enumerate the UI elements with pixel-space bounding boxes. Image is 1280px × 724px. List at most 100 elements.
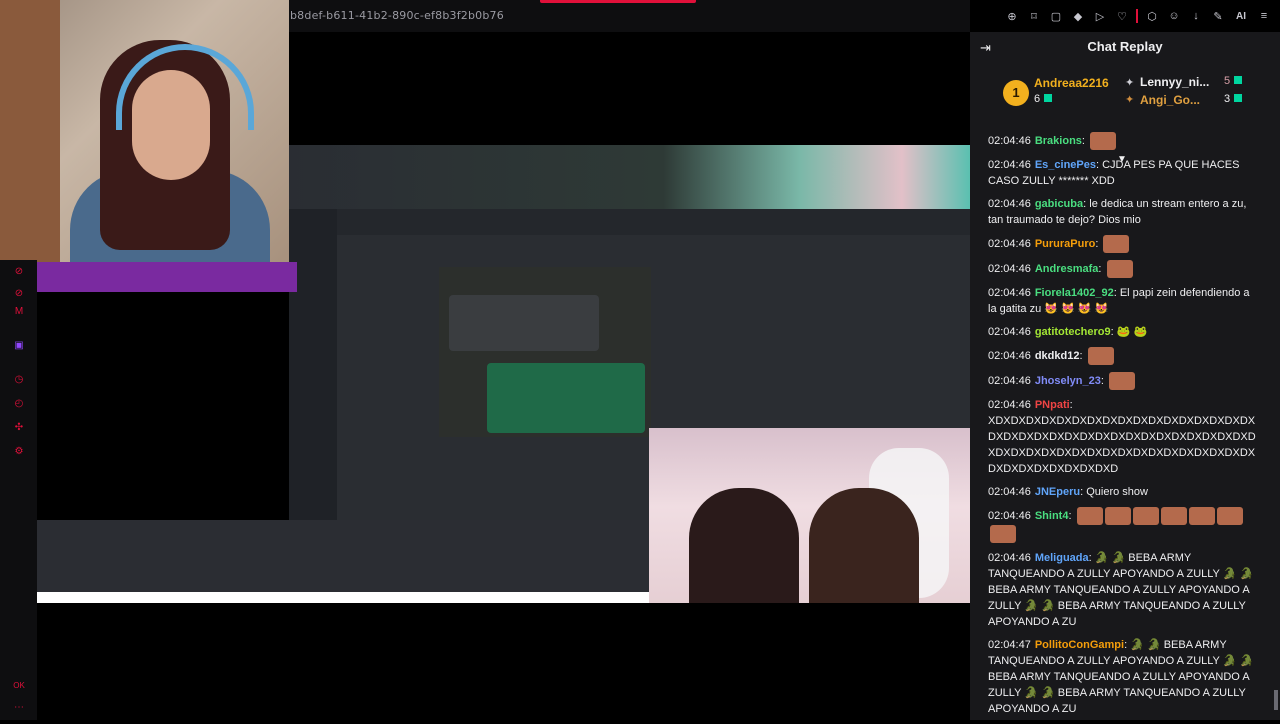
emote-image: [1103, 235, 1130, 253]
rank-badge: 1: [1003, 80, 1029, 106]
chat-message: 02:04:46 PNpati: XDXDXDXDXDXDXDXDXDXDXDXD…: [988, 397, 1258, 477]
leader-third-count: 3: [1224, 93, 1243, 105]
menu-icon[interactable]: ≡: [1256, 8, 1272, 24]
message-username[interactable]: PururaPuro: [1035, 238, 1096, 250]
history-icon[interactable]: ◴: [12, 396, 26, 410]
chat-panel: ⇥ Chat Replay 1 Andreaa2216 6 ✦ Lennyy_n…: [970, 32, 1280, 720]
url-text[interactable]: b8def-b611-41b2-890c-ef8b3f2b0b76: [290, 9, 504, 22]
person-left: [689, 488, 799, 603]
chat-message: 02:04:47 PollitoConGampi: 🐊 🐊 BEBA ARMY T…: [988, 637, 1258, 717]
white-bar: [37, 592, 649, 603]
toolbar-divider: [1136, 9, 1138, 23]
guest-webcam: [649, 428, 970, 603]
message-timestamp: 02:04:46: [988, 134, 1031, 147]
leader-second-name[interactable]: Lennyy_ni...: [1140, 75, 1209, 89]
chat-message: 02:04:46 Es_cinePes: CJDA PES PA QUE HACE…: [988, 157, 1258, 189]
chat-message: 02:04:46 dkdkd12:: [988, 347, 1258, 365]
twitch-icon[interactable]: ▣: [12, 338, 26, 352]
message-username[interactable]: dkdkd12: [1035, 350, 1080, 362]
message-timestamp: 02:04:46: [988, 486, 1031, 498]
message-username[interactable]: Andresmafa: [1035, 263, 1099, 275]
wall-shape: [0, 0, 60, 262]
clip-icon[interactable]: ⊘: [12, 264, 26, 278]
message-username[interactable]: Fiorela1402_92: [1035, 287, 1114, 299]
message-text: Quiero show: [1086, 486, 1148, 498]
browser-toolbar: ⊕ ⌑ ▢ ◆ ▷ ♡ ⬡ ☺ ↓ ✎ AI ≡: [1004, 8, 1272, 24]
message-colon: :: [1098, 262, 1105, 275]
zoom-icon[interactable]: ⊕: [1004, 8, 1020, 24]
emote-image: [1216, 507, 1243, 525]
message-timestamp: 02:04:46: [988, 509, 1031, 522]
message-username[interactable]: gabicuba: [1035, 198, 1083, 210]
message-timestamp: 02:04:46: [988, 262, 1031, 275]
emote-image: [1188, 507, 1215, 525]
person-icon[interactable]: ☺: [1166, 8, 1182, 24]
emote-image: [1109, 372, 1135, 390]
browser-address-bar: [337, 209, 970, 235]
more-icon[interactable]: ⋯: [12, 700, 26, 714]
bronze-icon: ✦: [1125, 94, 1135, 106]
download-icon[interactable]: ↓: [1188, 8, 1204, 24]
chat-message: 02:04:46 Meliguada: 🐊 🐊 BEBA ARMY TANQUEA…: [988, 550, 1258, 630]
message-text: XDXDXDXDXDXDXDXDXDXDXDXDXDXDXDXDXDXDXDXD…: [988, 415, 1256, 475]
chat-scrollbar[interactable]: [1274, 690, 1278, 710]
message-bubble-gray: [449, 295, 599, 351]
emote-image: [990, 525, 1016, 543]
emote-image: [1104, 507, 1131, 525]
message-colon: :: [1081, 134, 1089, 147]
heart-icon[interactable]: ♡: [1114, 8, 1130, 24]
bookmark-icon[interactable]: ⌑: [1026, 8, 1042, 24]
leader-third-name[interactable]: Angi_Go...: [1140, 93, 1200, 107]
message-username[interactable]: Meliguada: [1035, 552, 1089, 564]
gem-icon: [1044, 94, 1053, 102]
shield-icon[interactable]: ◆: [1070, 8, 1086, 24]
message-username[interactable]: PollitoConGampi: [1035, 639, 1124, 651]
rail-bottom-label[interactable]: OK: [12, 678, 26, 692]
chat-message: 02:04:46 gatitotechero9: 🐸 🐸: [988, 324, 1258, 340]
message-timestamp: 02:04:46: [988, 198, 1031, 210]
edit-icon[interactable]: ✎: [1210, 8, 1226, 24]
emote-image: [1106, 260, 1133, 278]
chat-messages: 02:04:46 Brakions: 02:04:46 Es_cinePes: CJ…: [988, 132, 1258, 724]
message-timestamp: 02:04:46: [988, 399, 1031, 411]
message-colon: :: [1095, 237, 1102, 250]
chat-message: 02:04:46 PururaPuro:: [988, 235, 1258, 253]
message-colon: :: [1100, 374, 1107, 387]
leader-first-count: 6: [1034, 93, 1053, 105]
message-username[interactable]: PNpati: [1035, 399, 1070, 411]
message-username[interactable]: gatitotechero9: [1035, 326, 1111, 338]
gem-icon: [1234, 94, 1243, 102]
message-timestamp: 02:04:47: [988, 639, 1031, 651]
message-username[interactable]: Es_cinePes: [1035, 159, 1096, 171]
clip-icon[interactable]: ⊘: [12, 286, 26, 300]
ai-icon[interactable]: AI: [1232, 8, 1250, 24]
message-username[interactable]: Jhoselyn_23: [1035, 375, 1101, 387]
message-colon: :: [1069, 399, 1073, 411]
puzzle-icon[interactable]: ✣: [12, 420, 26, 434]
lower-panel: [37, 520, 649, 592]
message-timestamp: 02:04:46: [988, 237, 1031, 250]
person-right: [809, 488, 919, 603]
leader-third-count-value: 3: [1224, 93, 1231, 105]
emote-image: [1090, 132, 1117, 150]
emote-image: [1087, 347, 1114, 365]
message-username[interactable]: Shint4: [1035, 510, 1069, 522]
settings-icon[interactable]: ⚙: [12, 444, 26, 458]
message-username[interactable]: JNEperu: [1035, 486, 1080, 498]
message-timestamp: 02:04:46: [988, 159, 1031, 171]
m-icon[interactable]: M: [12, 304, 26, 318]
silver-icon: ✦: [1125, 77, 1135, 89]
leader-first-name[interactable]: Andreaa2216: [1034, 76, 1109, 90]
message-timestamp: 02:04:46: [988, 552, 1031, 564]
screenshot-icon[interactable]: ▢: [1048, 8, 1064, 24]
message-timestamp: 02:04:46: [988, 349, 1031, 362]
extension-icon[interactable]: ⬡: [1144, 8, 1160, 24]
left-rail: ⊘ ⊘ M ▣ ◷ ◴ ✣ ⚙ OK ⋯: [0, 260, 37, 720]
clock-icon[interactable]: ◷: [12, 372, 26, 386]
message-username[interactable]: Brakions: [1035, 135, 1082, 147]
gem-icon: [1234, 76, 1243, 84]
emote-image: [1132, 507, 1159, 525]
chat-message: 02:04:46 Brakions:: [988, 132, 1258, 150]
message-text: 🐸 🐸: [1116, 326, 1148, 338]
play-icon[interactable]: ▷: [1092, 8, 1108, 24]
